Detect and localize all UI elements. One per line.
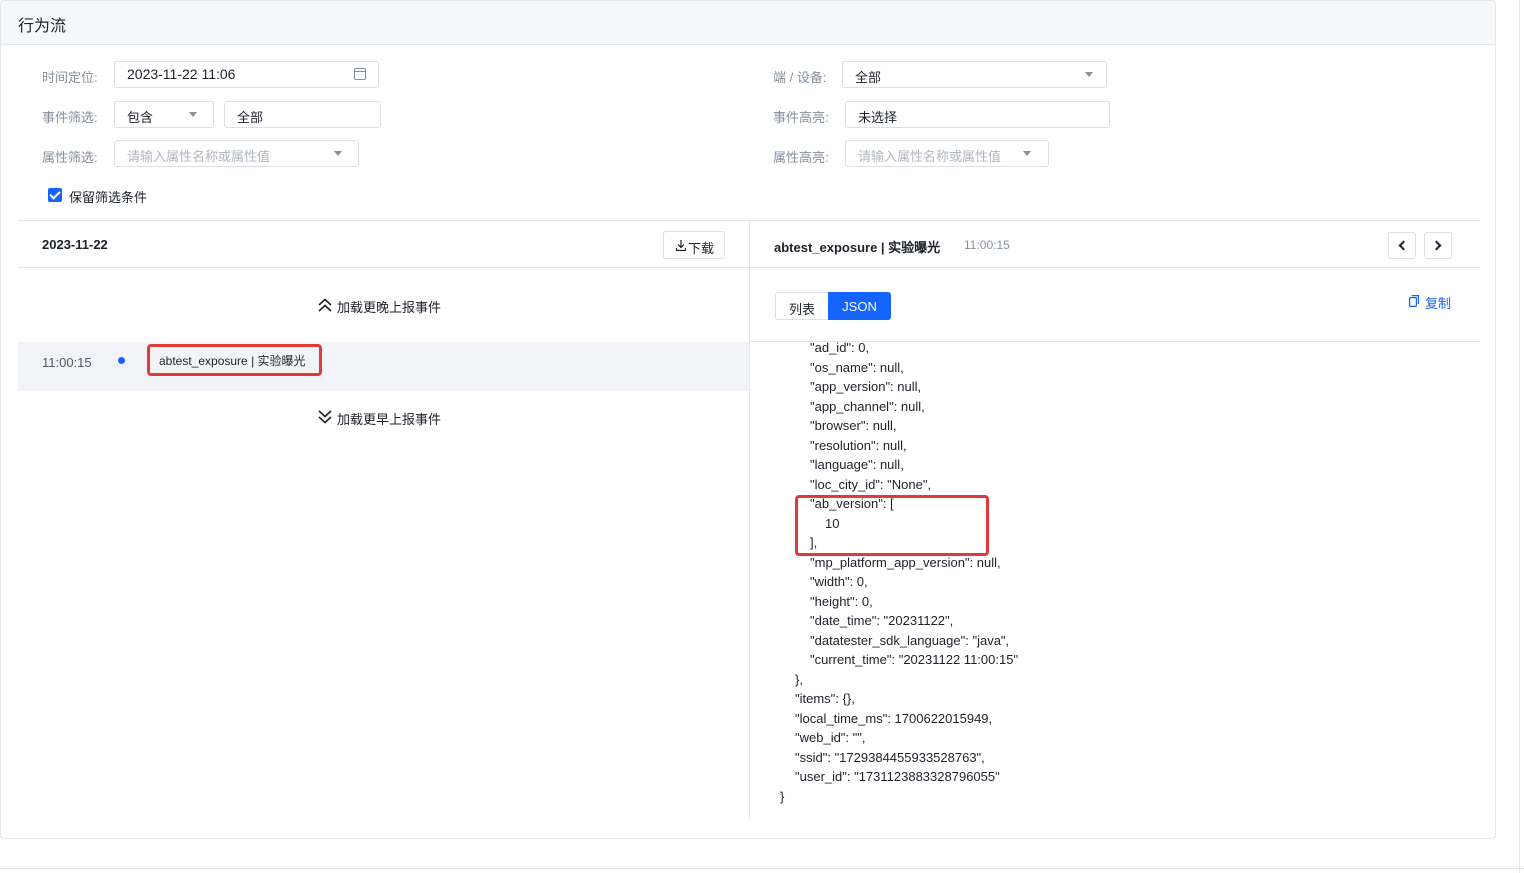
json-line: "current_time": "20231122 11:00:15" bbox=[810, 652, 1019, 667]
detail-time: 11:00:15 bbox=[964, 238, 1010, 252]
json-line: "app_version": null, bbox=[810, 379, 922, 394]
calendar-icon bbox=[354, 68, 366, 80]
page-title: 行为流 bbox=[18, 18, 67, 35]
highlight-box-event bbox=[147, 344, 322, 376]
event-filter-mode-select[interactable]: 包含 bbox=[114, 101, 214, 128]
time-value: 2023-11-22 11:06 bbox=[127, 66, 236, 82]
json-line: "items": {}, bbox=[795, 691, 855, 706]
json-line: "language": null, bbox=[810, 457, 904, 472]
tab-list-label: 列表 bbox=[788, 302, 815, 317]
page-header: 行为流 bbox=[1, 1, 1495, 45]
double-chevron-up-icon bbox=[318, 298, 332, 312]
scroll-gutter bbox=[1519, 0, 1520, 873]
device-label: 端 / 设备: bbox=[773, 70, 827, 85]
chevron-down-icon bbox=[1023, 151, 1031, 156]
keep-filters-label[interactable]: 保留筛选条件 bbox=[69, 187, 147, 206]
json-line: "datatester_sdk_language": "java", bbox=[810, 633, 1010, 648]
json-line: "browser": null, bbox=[810, 418, 897, 433]
detail-title: abtest_exposure | 实验曝光 bbox=[774, 240, 941, 255]
json-line: } bbox=[780, 789, 785, 804]
json-line: "app_channel": null, bbox=[810, 399, 925, 414]
next-event-button[interactable] bbox=[1424, 232, 1452, 259]
event-row[interactable]: 11:00:15 abtest_exposure | 实验曝光 bbox=[18, 342, 749, 391]
chevron-down-icon bbox=[1085, 72, 1093, 77]
event-filter-mode: 包含 bbox=[127, 110, 154, 125]
json-viewer[interactable]: "ad_id": 0, "os_name": null, "app_versio… bbox=[750, 342, 1480, 822]
timeline-date: 2023-11-22 bbox=[42, 237, 108, 252]
json-line: "web_id": "", bbox=[795, 730, 866, 745]
chevron-down-icon bbox=[334, 151, 342, 156]
json-line: "user_id": "1731123883328796055" bbox=[795, 769, 1000, 784]
timeline-header-divider bbox=[18, 267, 749, 268]
copy-icon bbox=[1409, 295, 1419, 307]
attr-highlight-input[interactable]: 请输入属性名称或属性值 bbox=[845, 140, 1049, 167]
device-value: 全部 bbox=[855, 70, 882, 85]
event-highlight-select[interactable]: 未选择 bbox=[845, 101, 1110, 128]
tab-json[interactable]: JSON bbox=[828, 292, 891, 320]
load-later-label: 加载更晚上报事件 bbox=[337, 300, 442, 315]
tab-json-label: JSON bbox=[842, 299, 877, 314]
json-line: }, bbox=[795, 672, 803, 687]
json-line: "ssid": "1729384455933528763", bbox=[795, 750, 985, 765]
json-line: "loc_city_id": "None", bbox=[810, 477, 932, 492]
chevron-left-icon bbox=[1398, 240, 1409, 251]
event-filter-label: 事件筛选: bbox=[42, 110, 98, 125]
event-dot bbox=[118, 357, 125, 364]
download-button[interactable]: 下载 bbox=[663, 231, 725, 259]
copy-label: 复制 bbox=[1425, 296, 1452, 311]
prev-event-button[interactable] bbox=[1388, 232, 1416, 259]
behavior-flow-page: 行为流 时间定位: 2023-11-22 11:06 端 / 设备: 全部 事件… bbox=[0, 0, 1496, 839]
json-line: "date_time": "20231122", bbox=[810, 613, 954, 628]
json-line: "width": 0, bbox=[810, 574, 868, 589]
double-chevron-down-icon bbox=[318, 410, 332, 424]
load-earlier-label: 加载更早上报事件 bbox=[337, 412, 442, 427]
device-select[interactable]: 全部 bbox=[842, 61, 1107, 88]
tab-list[interactable]: 列表 bbox=[775, 292, 829, 320]
event-filter-select[interactable]: 全部 bbox=[224, 101, 381, 128]
event-highlight-value: 未选择 bbox=[858, 110, 898, 125]
json-line: "ad_id": 0, bbox=[810, 342, 870, 355]
download-label: 下载 bbox=[688, 241, 715, 256]
attr-filter-input[interactable]: 请输入属性名称或属性值 bbox=[114, 140, 359, 167]
chevron-right-icon bbox=[1431, 240, 1442, 251]
event-highlight-label: 事件高亮: bbox=[773, 110, 829, 125]
json-line: "resolution": null, bbox=[810, 438, 907, 453]
time-label: 时间定位: bbox=[42, 70, 98, 85]
event-filter-value: 全部 bbox=[237, 110, 264, 125]
detail-header-divider bbox=[750, 267, 1480, 268]
attr-highlight-placeholder: 请输入属性名称或属性值 bbox=[858, 149, 1002, 164]
chevron-down-icon bbox=[189, 112, 197, 117]
json-line: "mp_platform_app_version": null, bbox=[810, 555, 1001, 570]
attr-filter-placeholder: 请输入属性名称或属性值 bbox=[127, 149, 271, 164]
highlight-box-ab-version bbox=[795, 495, 989, 556]
time-picker[interactable]: 2023-11-22 11:06 bbox=[114, 61, 379, 88]
json-line: "os_name": null, bbox=[810, 360, 904, 375]
keep-filters-checkbox[interactable] bbox=[48, 188, 62, 202]
json-line: "height": 0, bbox=[810, 594, 873, 609]
event-time: 11:00:15 bbox=[42, 355, 92, 370]
bottom-divider bbox=[0, 868, 1524, 869]
download-icon bbox=[676, 240, 686, 251]
attr-filter-label: 属性筛选: bbox=[42, 150, 98, 165]
json-line: "local_time_ms": 1700622015949, bbox=[795, 711, 993, 726]
attr-highlight-label: 属性高亮: bbox=[773, 150, 829, 165]
